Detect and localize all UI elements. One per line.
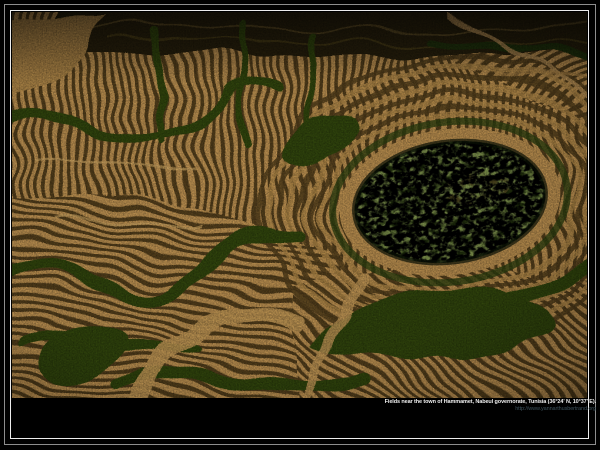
film-grain: [12, 12, 587, 398]
wallpaper-stage: Fields near the town of Hammamet, Nabeul…: [0, 0, 600, 450]
photo-caption: Fields near the town of Hammamet, Nabeul…: [12, 399, 596, 406]
aerial-photo-canvas: [12, 12, 587, 398]
aerial-photo: [12, 12, 587, 398]
caption-block: Fields near the town of Hammamet, Nabeul…: [12, 399, 596, 413]
photo-credit-url: http://www.yannarthusbertrand.org: [12, 406, 596, 413]
